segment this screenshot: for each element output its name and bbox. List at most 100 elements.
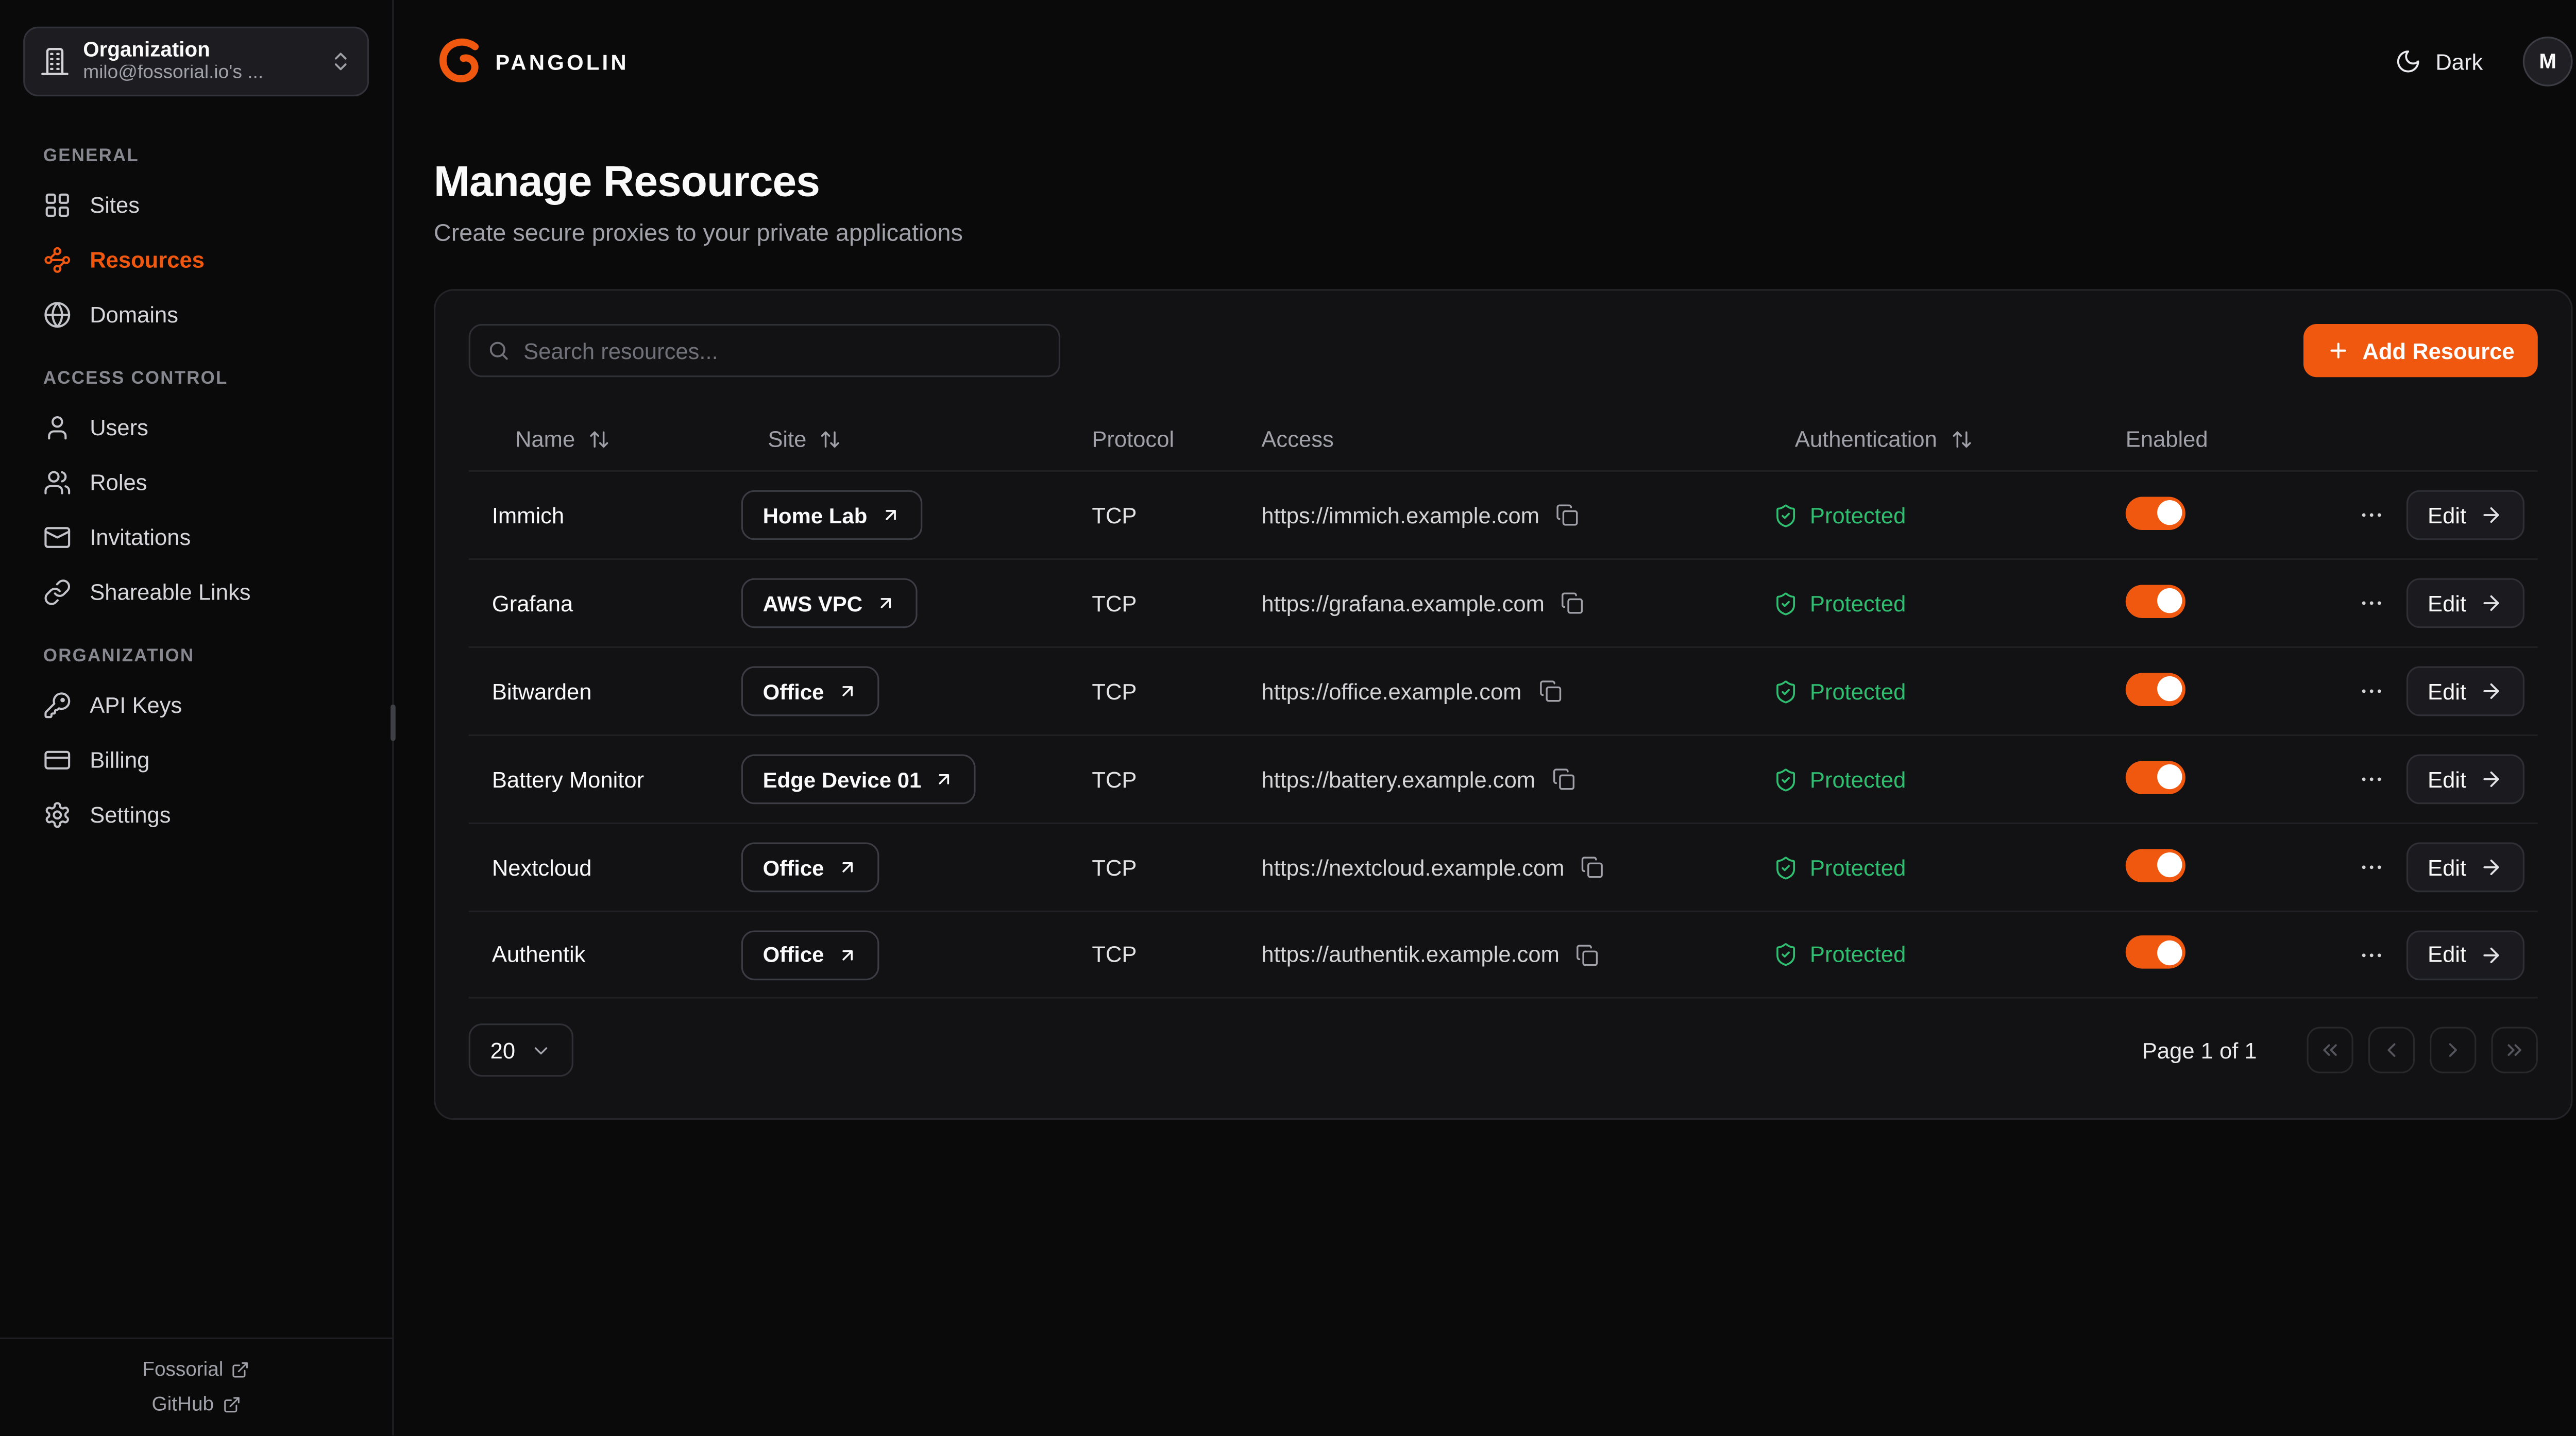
site-cell: Office [741, 842, 1092, 892]
sidebar-item-domains[interactable]: Domains [0, 287, 392, 342]
mail-icon [43, 523, 72, 552]
row-menu-button[interactable] [2353, 673, 2389, 709]
arrow-up-right-icon [880, 505, 901, 525]
site-link-button[interactable]: Office [741, 930, 879, 980]
section-label-organization: ORGANIZATION [0, 646, 392, 666]
avatar[interactable]: M [2523, 37, 2573, 87]
org-selector[interactable]: Organization milo@fossorial.io's ... [23, 27, 369, 96]
enabled-cell [2126, 584, 2359, 622]
sidebar-item-invitations[interactable]: Invitations [0, 510, 392, 565]
site-cell: Home Lab [741, 490, 1092, 540]
page-size-select[interactable]: 20 [469, 1023, 573, 1076]
table-body: Immich Home Lab TCP https://immich.examp… [469, 470, 2538, 999]
pagination-bar: 20 Page 1 of 1 [469, 1023, 2538, 1076]
edit-button[interactable]: Edit [2406, 490, 2524, 540]
avatar-initial: M [2539, 50, 2556, 73]
site-label: Edge Device 01 [763, 767, 922, 792]
authentication-cell: Protected [1773, 767, 2126, 792]
enabled-toggle[interactable] [2126, 848, 2185, 882]
copy-icon[interactable] [1556, 503, 1579, 526]
enabled-cell [2126, 935, 2359, 973]
edit-button[interactable]: Edit [2406, 666, 2524, 716]
sidebar-item-users[interactable]: Users [0, 400, 392, 455]
edit-button[interactable]: Edit [2406, 755, 2524, 805]
sidebar-item-billing[interactable]: Billing [0, 733, 392, 788]
search-input[interactable] [523, 338, 1042, 363]
shield-check-icon [1773, 591, 1798, 616]
copy-icon[interactable] [1561, 591, 1584, 614]
arrow-right-icon [2480, 767, 2503, 791]
sidebar-item-label: Resources [90, 248, 205, 272]
column-header-name[interactable]: Name [469, 426, 741, 451]
column-header-site[interactable]: Site [741, 426, 1092, 451]
access-cell: https://nextcloud.example.com [1261, 855, 1773, 880]
copy-icon[interactable] [1581, 856, 1604, 879]
waypoints-icon [43, 246, 72, 274]
edit-button[interactable]: Edit [2406, 930, 2524, 980]
org-subtitle: milo@fossorial.io's ... [83, 64, 316, 83]
users-icon [43, 469, 72, 497]
site-link-button[interactable]: Edge Device 01 [741, 755, 976, 805]
site-link-button[interactable]: Home Lab [741, 490, 922, 540]
column-header-authentication[interactable]: Authentication [1773, 426, 2126, 451]
edit-button[interactable]: Edit [2406, 842, 2524, 892]
fossorial-link[interactable]: Fossorial [142, 1357, 250, 1380]
resource-name: Grafana [469, 591, 741, 616]
theme-toggle[interactable]: Dark [2396, 48, 2483, 75]
next-page-button[interactable] [2430, 1027, 2476, 1073]
shield-check-icon [1773, 679, 1798, 704]
arrow-up-right-icon [935, 770, 955, 790]
previous-page-button[interactable] [2368, 1027, 2415, 1073]
sidebar-item-settings[interactable]: Settings [0, 788, 392, 842]
add-resource-button[interactable]: Add Resource [2304, 324, 2537, 377]
theme-label: Dark [2435, 49, 2483, 74]
access-url: https://office.example.com [1261, 679, 1521, 704]
row-menu-button[interactable] [2353, 936, 2389, 973]
sidebar-item-api-keys[interactable]: API Keys [0, 678, 392, 732]
access-url: https://immich.example.com [1261, 503, 1539, 527]
site-cell: Office [741, 666, 1092, 716]
sidebar-resize-handle[interactable] [391, 705, 396, 741]
column-label: Site [768, 426, 806, 451]
sidebar-item-label: Billing [90, 748, 149, 773]
site-label: Home Lab [763, 503, 868, 527]
enabled-toggle[interactable] [2126, 760, 2185, 794]
sidebar-item-shareable-links[interactable]: Shareable Links [0, 565, 392, 620]
copy-icon[interactable] [1552, 767, 1575, 791]
plus-icon [2328, 339, 2351, 362]
add-resource-label: Add Resource [2362, 338, 2514, 363]
last-page-button[interactable] [2491, 1027, 2537, 1073]
column-header-protocol: Protocol [1092, 426, 1261, 451]
first-page-button[interactable] [2307, 1027, 2353, 1073]
row-menu-button[interactable] [2353, 497, 2389, 534]
edit-button[interactable]: Edit [2406, 578, 2524, 628]
copy-icon[interactable] [1538, 679, 1562, 703]
enabled-toggle[interactable] [2126, 584, 2185, 618]
row-menu-button[interactable] [2353, 585, 2389, 621]
enabled-cell [2126, 848, 2359, 886]
chevron-left-icon [2380, 1038, 2403, 1062]
sidebar-item-roles[interactable]: Roles [0, 455, 392, 510]
shield-check-icon [1773, 942, 1798, 967]
site-link-button[interactable]: Office [741, 666, 879, 716]
copy-icon[interactable] [1576, 943, 1599, 966]
resources-card: Add Resource Name Site Protocol [434, 289, 2573, 1120]
enabled-toggle[interactable] [2126, 496, 2185, 529]
site-link-button[interactable]: Office [741, 842, 879, 892]
brand-logo-link[interactable]: PANGOLIN [434, 37, 629, 87]
github-link[interactable]: GitHub [152, 1392, 241, 1415]
enabled-toggle[interactable] [2126, 935, 2185, 969]
site-link-button[interactable]: AWS VPC [741, 578, 918, 628]
sidebar-item-sites[interactable]: Sites [0, 178, 392, 232]
sidebar-item-label: Users [90, 415, 148, 440]
auth-status-label: Protected [1810, 767, 1906, 792]
row-menu-button[interactable] [2353, 761, 2389, 797]
row-menu-button[interactable] [2353, 849, 2389, 885]
table-row: Immich Home Lab TCP https://immich.examp… [469, 470, 2538, 558]
search-box [469, 324, 1060, 377]
page-subtitle: Create secure proxies to your private ap… [434, 221, 2573, 248]
access-url: https://authentik.example.com [1261, 942, 1560, 967]
site-label: Office [763, 679, 824, 704]
sidebar-item-resources[interactable]: Resources [0, 233, 392, 287]
enabled-toggle[interactable] [2126, 672, 2185, 706]
